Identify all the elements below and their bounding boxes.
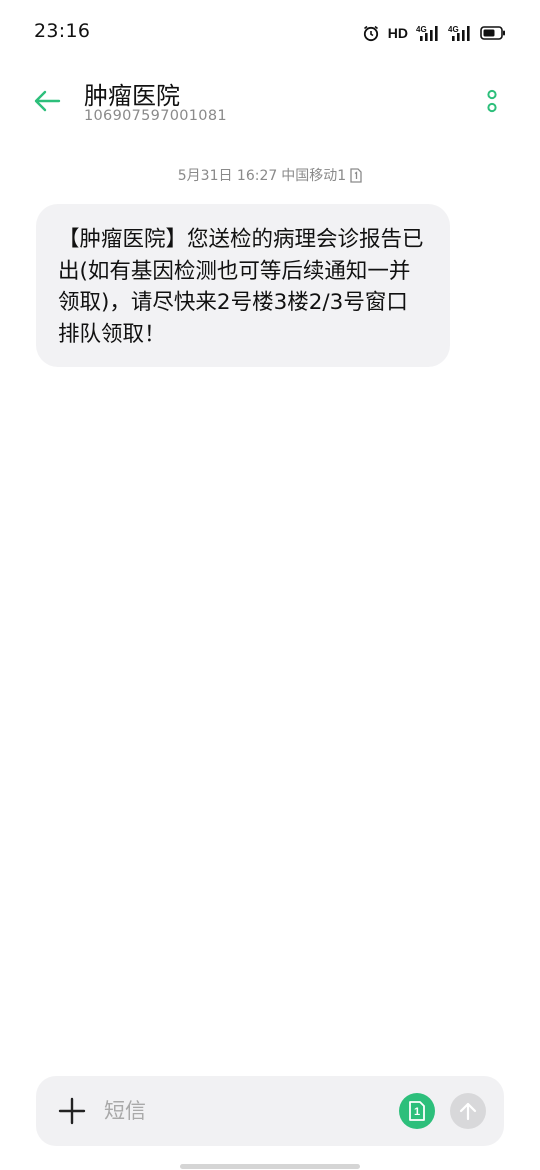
status-time: 23:16 [34, 20, 91, 42]
message-timestamp: 5月31日 16:27 中国移动1 [0, 165, 540, 185]
hd-icon: HD [387, 25, 408, 41]
sms-input[interactable] [104, 1094, 384, 1128]
more-options-button[interactable] [478, 84, 506, 118]
sim-card-icon [350, 167, 362, 183]
sim-label: 1 [413, 1106, 421, 1118]
svg-text:4G: 4G [416, 25, 427, 34]
contact-name: 肿瘤医院 [84, 82, 180, 110]
message-bubble[interactable]: 【肿瘤医院】您送检的病理会诊报告已出(如有基因检测也可等后续通知一并领取)，请尽… [36, 204, 450, 367]
more-vertical-icon [487, 89, 497, 113]
send-arrow-icon [459, 1102, 477, 1121]
message-carrier: 中国移动1 [281, 168, 347, 184]
message-composer: 1 [36, 1076, 504, 1146]
sim-select-button[interactable]: 1 [399, 1093, 435, 1129]
plus-icon [58, 1097, 86, 1125]
contact-number: 106907597001081 [84, 108, 227, 124]
message-date-time: 5月31日 16:27 [177, 168, 278, 184]
send-button[interactable] [450, 1093, 486, 1129]
status-icons: HD 4G 4G [362, 21, 506, 45]
add-attachment-button[interactable] [58, 1097, 86, 1125]
svg-text:4G: 4G [448, 25, 459, 34]
signal-4g-icon: 4G [448, 24, 472, 42]
conversation-header: 肿瘤医院 106907597001081 [0, 66, 540, 142]
home-indicator[interactable] [180, 1164, 360, 1169]
back-arrow-icon [34, 90, 61, 112]
status-bar: 23:16 HD 4G 4G [0, 0, 540, 66]
back-button[interactable] [30, 84, 64, 118]
alarm-icon [362, 24, 380, 42]
message-text: 【肿瘤医院】您送检的病理会诊报告已出(如有基因检测也可等后续通知一并领取)，请尽… [58, 227, 424, 347]
signal-4g-icon: 4G [416, 24, 440, 42]
battery-icon [480, 26, 506, 40]
